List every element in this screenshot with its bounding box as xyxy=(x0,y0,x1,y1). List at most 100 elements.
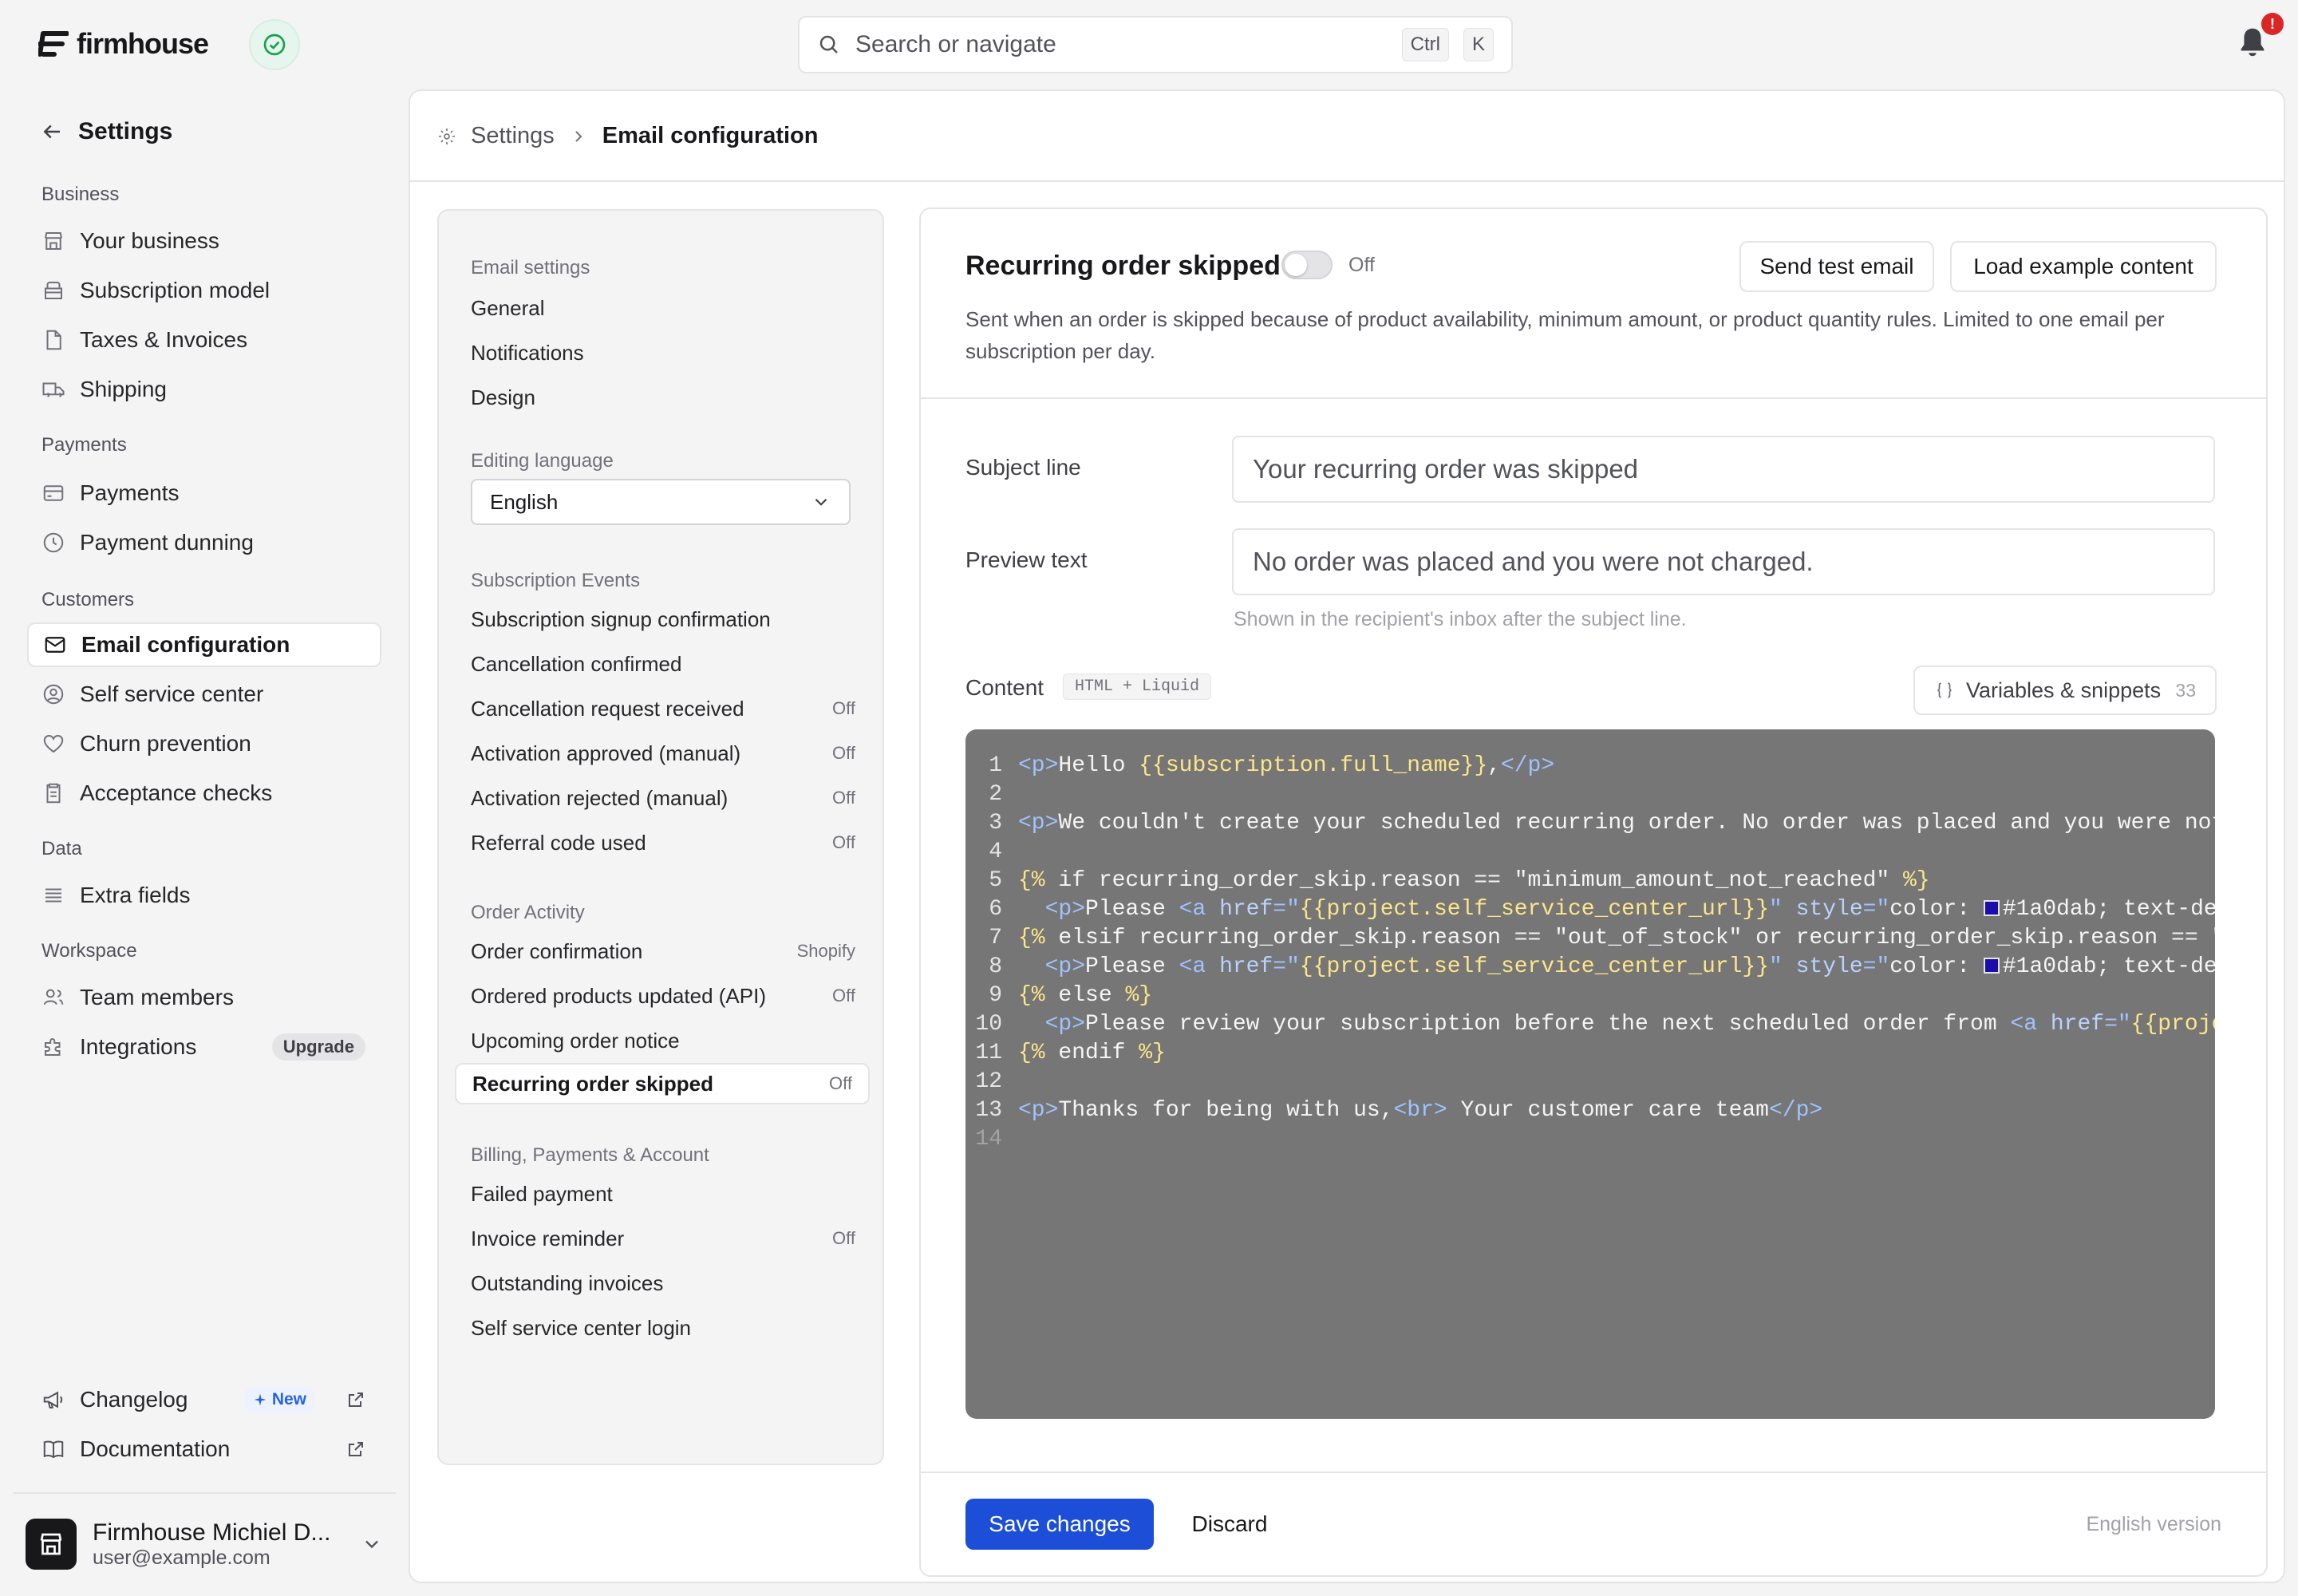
line-number: 12 xyxy=(975,1069,1002,1094)
subnav-item-order-confirmation[interactable]: Order confirmation Shopify xyxy=(471,930,855,972)
code-text: <p>Thanks for being with us,<br> Your cu… xyxy=(1002,1096,1822,1125)
code-editor[interactable]: 1 <p>Hello {{subscription.full_name}},</p… xyxy=(965,729,2215,1419)
breadcrumb-settings[interactable]: Settings xyxy=(471,123,555,149)
back-to-settings-link[interactable]: Settings xyxy=(40,118,172,145)
sidebar-item-payments[interactable]: Payments xyxy=(27,471,381,516)
sidebar-item-label: Taxes & Invoices xyxy=(80,327,248,352)
color-swatch-icon xyxy=(1983,958,2000,974)
subnav-item-subscription-signup-confirmation[interactable]: Subscription signup confirmation xyxy=(471,598,855,640)
sidebar-item-shipping[interactable]: Shipping xyxy=(27,367,381,412)
content-label: Content xyxy=(965,675,1044,700)
toggle-status-label: Off xyxy=(1348,254,1375,276)
subnav-item-activation-rejected[interactable]: Activation rejected (manual) Off xyxy=(471,777,855,819)
code-token: {{ xyxy=(1139,753,1166,778)
subject-line-input[interactable]: Your recurring order was skipped xyxy=(1232,436,2215,503)
chevron-down-icon xyxy=(365,1540,378,1549)
code-text: <p>Please <a href="{{project.self_servic… xyxy=(1002,895,2215,924)
subnav-item-invoice-reminder[interactable]: Invoice reminder Off xyxy=(471,1218,855,1259)
sidebar-item-your-business[interactable]: Your business xyxy=(27,219,381,263)
code-token: }} xyxy=(1460,753,1488,778)
sidebar-item-team-members[interactable]: Team members xyxy=(27,975,381,1020)
subnav-item-ordered-products-updated[interactable]: Ordered products updated (API) Off xyxy=(471,975,855,1017)
sidebar-item-documentation[interactable]: Documentation xyxy=(27,1427,381,1472)
sidebar-item-acceptance-checks[interactable]: Acceptance checks xyxy=(27,771,381,816)
code-token: project.self_service_center_url xyxy=(1326,897,1743,922)
code-text: {% if recurring_order_skip.reason == "mi… xyxy=(1002,867,1930,895)
chevron-right-icon xyxy=(575,130,582,142)
clipboard-icon xyxy=(46,783,61,804)
brand-name: firmhouse xyxy=(77,27,209,60)
subnav-item-cancellation-request-received[interactable]: Cancellation request received Off xyxy=(471,688,855,729)
subnav-item-notifications[interactable]: Notifications xyxy=(471,332,855,373)
load-example-content-button[interactable]: Load example content xyxy=(1950,241,2217,292)
code-token: </p> xyxy=(1768,1098,1823,1123)
user-email: user@example.com xyxy=(93,1546,270,1569)
user-circle-icon xyxy=(43,684,64,705)
sidebar-item-payment-dunning[interactable]: Payment dunning xyxy=(27,520,381,565)
arrow-left-icon xyxy=(43,124,60,139)
braces-icon xyxy=(1937,682,1952,698)
sidebar-item-label: Your business xyxy=(80,228,219,253)
status-tag: Off xyxy=(832,743,855,763)
code-token: <p> xyxy=(1018,1098,1059,1123)
subnav-item-cancellation-confirmed[interactable]: Cancellation confirmed xyxy=(471,643,855,685)
language-select[interactable]: English xyxy=(471,479,851,525)
sidebar-item-extra-fields[interactable]: Extra fields xyxy=(27,873,381,918)
code-token: if recurring_order_skip.reason == "minim… xyxy=(1044,868,1903,893)
sidebar-item-churn-prevention[interactable]: Churn prevention xyxy=(27,721,381,766)
code-token: {% xyxy=(1018,926,1045,950)
code-token: project.self_service_center_url xyxy=(2158,1012,2215,1037)
code-token: </p> xyxy=(1500,753,1555,778)
account-switcher[interactable]: Firmhouse Michiel D... user@example.com xyxy=(13,1492,396,1580)
code-token: <p> xyxy=(1044,897,1086,922)
send-test-email-button[interactable]: Send test email xyxy=(1739,241,1934,292)
subnav-section-email-settings: Email settings xyxy=(471,257,590,279)
subnav-item-recurring-order-skipped[interactable]: Recurring order skipped Off xyxy=(455,1063,870,1104)
search-bar[interactable]: Search or navigate Ctrl K xyxy=(798,16,1513,73)
code-token: =" xyxy=(2104,1012,2131,1037)
subnav-item-general[interactable]: General xyxy=(471,287,855,329)
status-check-button[interactable] xyxy=(249,19,300,70)
sidebar-item-self-service-center[interactable]: Self service center xyxy=(27,672,381,717)
code-token: , xyxy=(1487,753,1501,778)
code-text: {% endif %} xyxy=(1002,1039,1166,1068)
sidebar-item-taxes-invoices[interactable]: Taxes & Invoices xyxy=(27,318,381,362)
line-number: 6 xyxy=(989,897,1002,922)
code-token: Your customer care team xyxy=(1447,1098,1769,1123)
firmhouse-logo[interactable]: firmhouse xyxy=(38,27,209,60)
code-token: %} xyxy=(1902,868,1930,893)
code-token: <p> xyxy=(1018,811,1059,836)
new-badge-label: New xyxy=(271,1390,306,1408)
variables-snippets-button[interactable]: Variables & snippets 33 xyxy=(1913,666,2217,715)
sidebar-item-subscription-model[interactable]: Subscription model xyxy=(27,268,381,313)
template-enabled-toggle[interactable] xyxy=(1281,251,1333,279)
subnav-item-activation-approved[interactable]: Activation approved (manual) Off xyxy=(471,733,855,774)
preview-text-input[interactable]: No order was placed and you were not cha… xyxy=(1232,528,2215,595)
upgrade-badge[interactable]: Upgrade xyxy=(271,1033,365,1061)
subnav-section-order-activity: Order Activity xyxy=(471,902,585,923)
subnav-item-self-service-center-login[interactable]: Self service center login xyxy=(471,1307,855,1349)
subnav-item-referral-code-used[interactable]: Referral code used Off xyxy=(471,822,855,863)
code-token: Hello xyxy=(1058,753,1139,778)
new-badge: New xyxy=(244,1387,314,1412)
sidebar-item-email-configuration[interactable]: Email configuration xyxy=(27,622,381,667)
external-link-icon xyxy=(349,1442,363,1456)
sidebar-item-integrations[interactable]: Integrations Upgrade xyxy=(27,1025,381,1069)
template-description: Sent when an order is skipped because of… xyxy=(965,307,2165,363)
sidebar-item-changelog[interactable]: Changelog New xyxy=(27,1377,381,1422)
status-tag: Off xyxy=(829,1073,852,1093)
line-number: 7 xyxy=(989,926,1002,950)
line-number: 11 xyxy=(975,1041,1002,1065)
document-icon xyxy=(46,330,61,350)
save-changes-button[interactable]: Save changes xyxy=(965,1499,1154,1550)
subnav-item-outstanding-invoices[interactable]: Outstanding invoices xyxy=(471,1262,855,1304)
subnav-item-design[interactable]: Design xyxy=(471,377,855,418)
subnav-item-upcoming-order-notice[interactable]: Upcoming order notice xyxy=(471,1020,855,1061)
code-line: 6 <p>Please <a href="{{project.self_serv… xyxy=(965,895,2215,924)
subnav-item-failed-payment[interactable]: Failed payment xyxy=(471,1173,855,1215)
code-token: #1a0dab; text-decoration: underline; xyxy=(2002,897,2215,922)
discard-button[interactable]: Discard xyxy=(1170,1499,1289,1550)
preview-text-label: Preview text xyxy=(965,547,1088,572)
code-token: <p> xyxy=(1044,954,1086,979)
